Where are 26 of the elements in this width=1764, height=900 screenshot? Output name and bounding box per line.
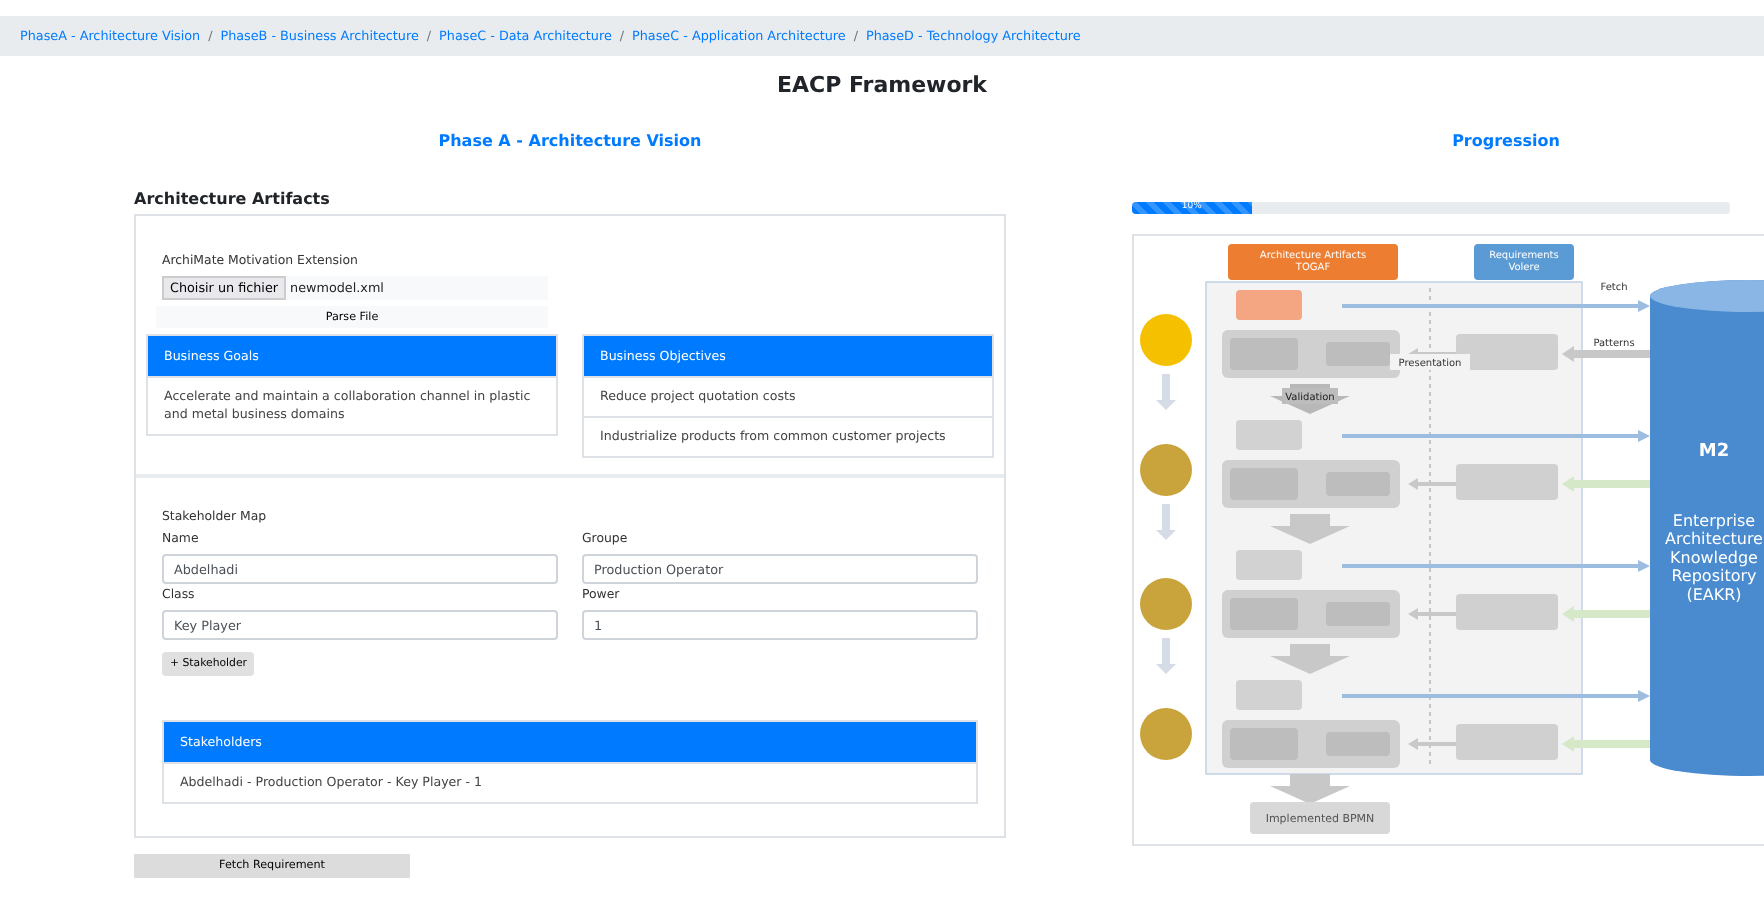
left-arrow-icon xyxy=(1408,738,1456,750)
left-arrow-icon xyxy=(1408,478,1456,490)
left-arrow-icon xyxy=(1562,346,1650,362)
page-title: EACP Framework xyxy=(774,72,990,98)
down-arrow-icon xyxy=(1156,374,1176,410)
down-arrow-icon xyxy=(1156,504,1176,540)
pattern-box xyxy=(1456,594,1558,630)
requirement-box xyxy=(1326,342,1390,366)
section-title: Architecture Artifacts xyxy=(134,190,332,208)
left-arrow-icon xyxy=(1408,608,1456,620)
column-heading: Phase A - Architecture Vision xyxy=(436,132,704,150)
repository-cylinder: M2 Enterprise Architecture Knowledge Repository (EAKR) xyxy=(1650,280,1764,776)
fetch-arrow-icon xyxy=(1342,690,1650,702)
left-arrow-icon xyxy=(1562,736,1650,752)
fetch-arrow-icon xyxy=(1342,430,1650,442)
down-arrow-icon xyxy=(1270,774,1350,804)
fetch-arrow-icon xyxy=(1342,300,1650,312)
fetch-arrow-icon xyxy=(1342,560,1650,572)
column-heading: Progression xyxy=(1450,132,1562,150)
left-arrow-icon xyxy=(1562,606,1650,622)
down-arrow-icon xyxy=(1156,638,1176,674)
down-arrow-icon xyxy=(1270,644,1350,674)
left-arrow-icon xyxy=(1562,476,1650,492)
down-arrow-icon xyxy=(1270,514,1350,544)
pattern-box xyxy=(1456,464,1558,500)
pattern-box xyxy=(1456,724,1558,760)
